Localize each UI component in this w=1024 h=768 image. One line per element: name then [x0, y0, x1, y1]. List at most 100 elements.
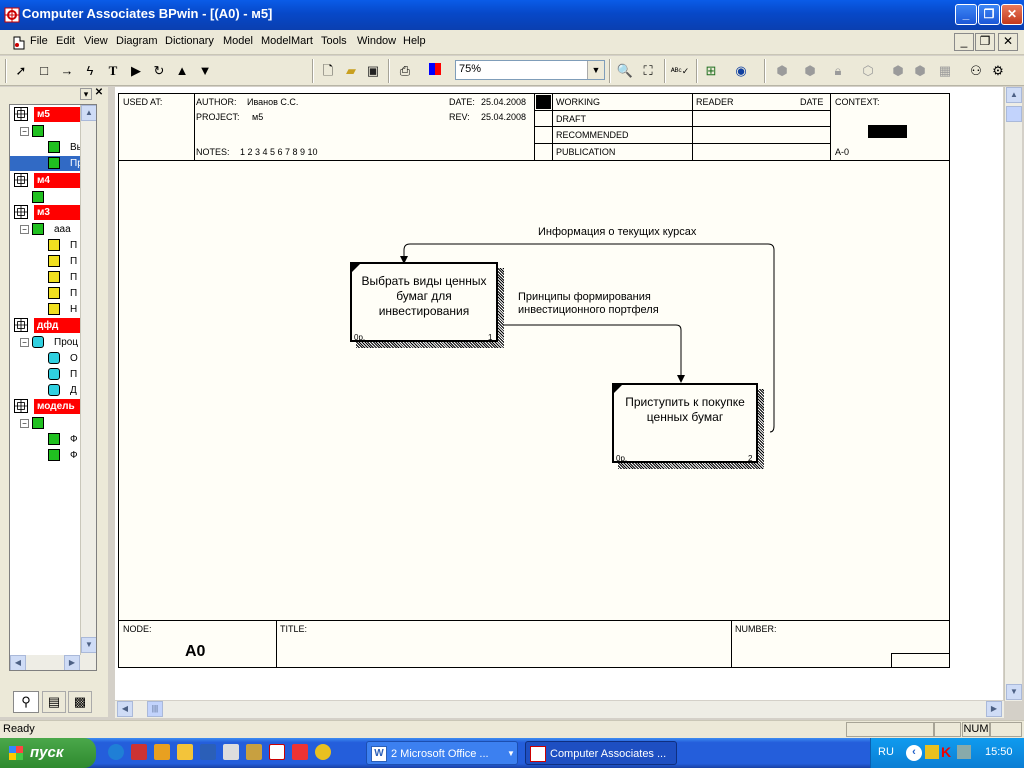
quicklaunch-icon-7[interactable]	[246, 744, 262, 760]
mdi-restore-button[interactable]: ❐	[975, 33, 995, 51]
tree-item[interactable]: О	[10, 351, 90, 366]
tree-item[interactable]: Н	[10, 302, 90, 317]
taskbar-item-bpwin[interactable]: Computer Associates ...	[525, 741, 677, 765]
tree-item[interactable]: Д	[10, 383, 90, 398]
collapse-icon[interactable]: −	[20, 419, 29, 428]
tree-item[interactable]: П	[10, 254, 90, 269]
kaspersky-icon[interactable]: K	[941, 744, 951, 760]
new-file-icon[interactable]: 🗋	[318, 61, 338, 81]
taskbar-item-office[interactable]: W 2 Microsoft Office ... ▼	[366, 741, 518, 765]
tree-item[interactable]	[10, 190, 90, 205]
tree-item[interactable]: П	[10, 270, 90, 285]
ie-icon[interactable]	[108, 744, 124, 760]
arrow-tool-icon[interactable]: →	[57, 61, 77, 81]
menu-window[interactable]: Window	[357, 35, 396, 47]
go-up-icon[interactable]: ▲	[172, 61, 192, 81]
tree-item[interactable]: − ааа	[10, 222, 90, 237]
modelmart-icon[interactable]: ◉	[731, 61, 751, 81]
go-to-child-icon[interactable]: ▶	[126, 61, 146, 81]
scroll-up-icon[interactable]: ▲	[81, 105, 96, 121]
color-palette-icon[interactable]	[425, 61, 445, 81]
settings-icon[interactable]: ⚙	[988, 61, 1008, 81]
tree-node-m4[interactable]: м4	[10, 173, 82, 188]
canvas-horizontal-scrollbar[interactable]: ◀ ||| ▶	[115, 701, 1004, 718]
menu-edit[interactable]: Edit	[56, 35, 75, 47]
minimize-button[interactable]: _	[955, 4, 977, 25]
menu-view[interactable]: View	[84, 35, 108, 47]
tree-item[interactable]: Ф	[10, 448, 90, 463]
menu-dictionary[interactable]: Dictionary	[165, 35, 214, 47]
mdi-minimize-button[interactable]: _	[954, 33, 974, 51]
scroll-left-icon[interactable]: ◀	[10, 655, 26, 670]
panel-close-icon[interactable]: ✕	[93, 88, 105, 100]
canvas-vertical-scrollbar[interactable]: ▲ ▼	[1004, 87, 1022, 701]
tree-node-m3[interactable]: м3	[10, 205, 82, 220]
outlook-icon[interactable]	[154, 744, 170, 760]
menu-help[interactable]: Help	[403, 35, 426, 47]
model-explorer-icon[interactable]: ⊞	[701, 61, 721, 81]
scroll-right-icon[interactable]: ▶	[986, 701, 1002, 717]
word-icon[interactable]	[200, 744, 216, 760]
restore-button[interactable]: ❐	[978, 4, 1000, 25]
users-icon[interactable]: ⚇	[966, 61, 986, 81]
document-icon[interactable]	[11, 35, 27, 51]
collapse-icon[interactable]: −	[20, 127, 29, 136]
mdi-close-button[interactable]: ✕	[998, 33, 1018, 51]
squiggle-tool-icon[interactable]: ϟ	[80, 61, 100, 81]
print-icon[interactable]: ⎙	[395, 61, 415, 81]
tree-item[interactable]: П	[10, 286, 90, 301]
close-button[interactable]: ✕	[1001, 4, 1023, 25]
save-icon[interactable]: ▣	[363, 61, 383, 81]
menu-diagram[interactable]: Diagram	[116, 35, 158, 47]
scroll-down-icon[interactable]: ▼	[1006, 684, 1022, 700]
tree-item[interactable]: −	[10, 124, 90, 139]
menu-tools[interactable]: Tools	[321, 35, 347, 47]
tree-item[interactable]: П	[10, 367, 90, 382]
scroll-up-icon[interactable]: ▲	[1006, 87, 1022, 103]
tray-expand-icon[interactable]: ‹	[906, 745, 922, 761]
arrow-label-portfolio-principles[interactable]: Принципы формирования инвестиционного по…	[518, 291, 688, 317]
tree-horizontal-scrollbar[interactable]: ◀ ▶	[10, 655, 96, 670]
scroll-thumb[interactable]	[1006, 106, 1022, 122]
menu-file[interactable]: File	[30, 35, 48, 47]
bpwin-app-icon[interactable]	[4, 7, 20, 23]
tree-item[interactable]: Ф	[10, 432, 90, 447]
activity-box-2[interactable]: Приступить к покупке ценных бумаг 0р. 2	[612, 383, 758, 463]
pointer-tool-icon[interactable]: ➚	[11, 61, 31, 81]
quicklaunch-icon-6[interactable]	[223, 744, 239, 760]
tree-item[interactable]: Вы	[10, 140, 90, 155]
collapse-icon[interactable]: −	[20, 338, 29, 347]
menu-modelmart[interactable]: ModelMart	[261, 35, 313, 47]
quicklaunch-icon-9[interactable]	[292, 744, 308, 760]
open-folder-icon[interactable]: ▰	[341, 61, 361, 81]
chevron-down-icon[interactable]: ▼	[587, 61, 604, 79]
checkmark-icon[interactable]	[177, 744, 193, 760]
tree-node-dfd[interactable]: дфд	[10, 318, 82, 333]
bpwin-launch-icon[interactable]	[269, 744, 285, 760]
panel-collapse-icon[interactable]: ▾	[80, 88, 92, 100]
arrow-label-current-rates[interactable]: Информация о текущих курсах	[538, 226, 696, 239]
tree-item[interactable]: П	[10, 238, 90, 253]
language-indicator[interactable]: RU	[878, 746, 894, 758]
activity-box-1[interactable]: Выбрать виды ценных бумаг для инвестиров…	[350, 262, 498, 342]
model-tree[interactable]: м5 − Вы Пр м4 м3 − ааа П П П П Н дфд − П…	[9, 104, 97, 671]
quicklaunch-icon-2[interactable]	[131, 744, 147, 760]
go-down-icon[interactable]: ▼	[195, 61, 215, 81]
tray-icon-1[interactable]	[925, 745, 939, 759]
box-tool-icon[interactable]: □	[34, 61, 54, 81]
diagrams-tab-icon[interactable]: ▤	[42, 691, 66, 713]
zoom-fit-icon[interactable]: ⛶	[638, 61, 658, 81]
start-button[interactable]: пуск	[0, 738, 96, 768]
media-icon[interactable]	[315, 744, 331, 760]
scroll-thumb[interactable]: |||	[147, 701, 163, 717]
undo-rotate-icon[interactable]: ↻	[149, 61, 169, 81]
network-icon[interactable]	[957, 745, 971, 759]
scroll-left-icon[interactable]: ◀	[117, 701, 133, 717]
scroll-down-icon[interactable]: ▼	[81, 637, 96, 653]
menu-model[interactable]: Model	[223, 35, 253, 47]
collapse-icon[interactable]: −	[20, 225, 29, 234]
zoom-in-icon[interactable]: 🔍	[615, 61, 635, 81]
tree-node-model[interactable]: модель	[10, 399, 82, 414]
objects-tab-icon[interactable]: ▩	[68, 691, 92, 713]
activities-tab-icon[interactable]: ⚲	[13, 691, 39, 713]
